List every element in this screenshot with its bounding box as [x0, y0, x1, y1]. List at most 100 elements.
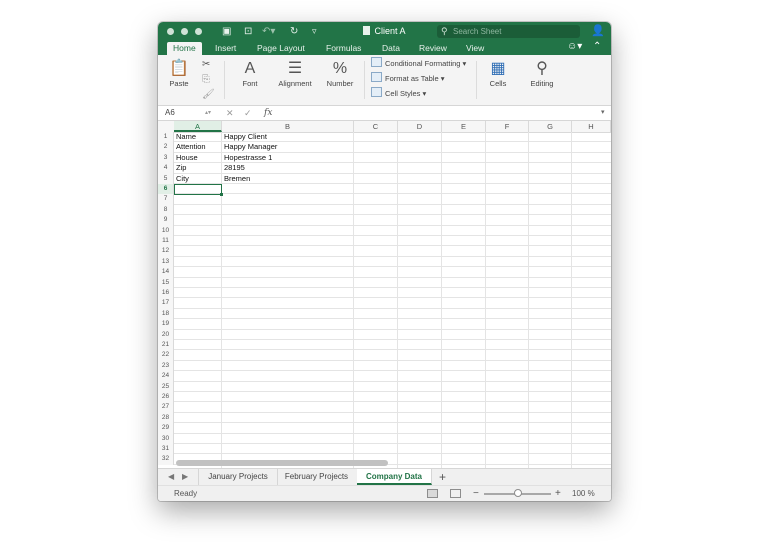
row-grid-line: [174, 453, 611, 455]
tab-review[interactable]: Review: [419, 42, 447, 54]
column-header[interactable]: B: [222, 121, 354, 132]
cells-button[interactable]: ▦ Cells: [482, 59, 514, 89]
conditional-formatting-label: Conditional Formatting: [385, 59, 461, 68]
row-header[interactable]: 20: [158, 329, 174, 340]
row-header[interactable]: 19: [158, 319, 174, 330]
cell-a2[interactable]: Attention: [176, 142, 206, 152]
cell-styles-button[interactable]: Cell Styles ▾: [371, 87, 426, 100]
row-header[interactable]: 21: [158, 340, 174, 351]
row-header[interactable]: 6: [158, 184, 174, 195]
row-header[interactable]: 11: [158, 236, 174, 247]
row-header[interactable]: 25: [158, 381, 174, 392]
zoom-in-icon[interactable]: +: [555, 486, 561, 501]
row-header[interactable]: 18: [158, 308, 174, 320]
row-header[interactable]: 7: [158, 194, 174, 205]
horizontal-scrollbar[interactable]: [176, 460, 388, 466]
page-layout-view-icon[interactable]: [450, 489, 461, 498]
share-user-icon[interactable]: 👤: [591, 24, 605, 37]
cell-b1[interactable]: Happy Client: [224, 132, 267, 142]
copy-icon[interactable]: ⎘: [202, 72, 210, 87]
fill-handle[interactable]: [220, 193, 223, 196]
column-header[interactable]: E: [442, 121, 486, 132]
row-header[interactable]: 14: [158, 267, 174, 278]
row-grid-line: [174, 307, 611, 309]
cell-b5[interactable]: Bremen: [224, 174, 250, 184]
row-header[interactable]: 26: [158, 392, 174, 403]
row-header[interactable]: 13: [158, 256, 174, 268]
row-header[interactable]: 28: [158, 412, 174, 424]
enter-icon[interactable]: ✓: [244, 106, 252, 120]
row-header[interactable]: 32: [158, 454, 174, 465]
row-header[interactable]: 16: [158, 288, 174, 299]
column-header[interactable]: G: [529, 121, 572, 132]
tab-view[interactable]: View: [466, 42, 484, 54]
smiley-feedback-icon[interactable]: ☺▾: [567, 41, 582, 52]
name-box[interactable]: A6: [165, 107, 175, 119]
format-painter-icon[interactable]: 🖌: [202, 87, 215, 102]
column-header[interactable]: H: [572, 121, 611, 132]
column-header[interactable]: F: [486, 121, 529, 132]
row-grid-line: [174, 328, 611, 330]
tab-insert[interactable]: Insert: [215, 42, 236, 54]
format-as-table-button[interactable]: Format as Table ▾: [371, 72, 445, 85]
row-header[interactable]: 3: [158, 152, 174, 164]
tab-formulas[interactable]: Formulas: [326, 42, 361, 54]
row-header[interactable]: 12: [158, 246, 174, 257]
zoom-slider-knob[interactable]: [513, 489, 522, 497]
row-header[interactable]: 9: [158, 215, 174, 226]
row-header[interactable]: 31: [158, 444, 174, 455]
collapse-ribbon-icon[interactable]: ⌃: [593, 41, 601, 52]
row-header[interactable]: 22: [158, 350, 174, 361]
row-header[interactable]: 30: [158, 433, 174, 444]
font-button[interactable]: A Font: [232, 59, 268, 89]
tab-page-layout[interactable]: Page Layout: [257, 42, 305, 54]
cell-a4[interactable]: Zip: [176, 163, 186, 173]
sheet-tab-january-projects[interactable]: January Projects: [198, 469, 278, 485]
column-header[interactable]: C: [354, 121, 398, 132]
previous-sheet-icon[interactable]: ◀: [168, 471, 174, 483]
row-header[interactable]: 15: [158, 277, 174, 288]
row-header[interactable]: 23: [158, 360, 174, 372]
row-header[interactable]: 5: [158, 173, 174, 184]
cell-a1[interactable]: Name: [176, 132, 196, 142]
next-sheet-icon[interactable]: ▶: [182, 471, 188, 483]
paste-button[interactable]: 📋 Paste: [165, 59, 193, 89]
cell-b4[interactable]: 28195: [224, 163, 245, 173]
sheet-tab-company-data[interactable]: Company Data: [357, 469, 432, 485]
selected-cell-a6[interactable]: [174, 184, 222, 195]
cell-a5[interactable]: City: [176, 174, 189, 184]
row-header[interactable]: 8: [158, 204, 174, 216]
worksheet-grid[interactable]: A B C D E F G H 1 2 3 4 5 6 7 8 9 10 11 12 13 14 15 16 1…: [158, 121, 611, 468]
editing-button[interactable]: ⚲ Editing: [524, 59, 560, 89]
row-header[interactable]: 4: [158, 163, 174, 174]
normal-view-icon[interactable]: [427, 489, 438, 498]
cancel-icon[interactable]: ✕: [226, 106, 234, 120]
row-header[interactable]: 24: [158, 371, 174, 382]
name-box-stepper-icon[interactable]: ▴▾: [205, 106, 211, 120]
row-header[interactable]: 29: [158, 423, 174, 434]
row-header[interactable]: 27: [158, 402, 174, 413]
row-header[interactable]: 10: [158, 225, 174, 236]
conditional-formatting-button[interactable]: Conditional Formatting ▾: [371, 57, 466, 70]
cut-icon[interactable]: ✂: [202, 57, 210, 72]
select-all-corner[interactable]: [158, 121, 175, 132]
cell-b3[interactable]: Hopestrasse 1: [224, 153, 272, 163]
column-header[interactable]: A: [174, 121, 222, 132]
formula-bar-expand-icon[interactable]: ▾: [601, 107, 605, 119]
insert-function-button[interactable]: fx: [264, 106, 272, 120]
zoom-out-icon[interactable]: −: [473, 486, 479, 501]
number-button[interactable]: % Number: [322, 59, 358, 89]
row-header[interactable]: 17: [158, 298, 174, 309]
sheet-tab-february-projects[interactable]: February Projects: [276, 469, 358, 485]
row-header[interactable]: 1: [158, 132, 174, 143]
search-sheet-input[interactable]: ⚲ Search Sheet: [437, 25, 580, 38]
add-sheet-button[interactable]: +: [439, 469, 446, 485]
column-header[interactable]: D: [398, 121, 442, 132]
row-header[interactable]: 2: [158, 142, 174, 153]
tab-data[interactable]: Data: [382, 42, 400, 54]
tab-home[interactable]: Home: [167, 42, 202, 55]
alignment-button[interactable]: ☰ Alignment: [274, 59, 316, 89]
status-text: Ready: [174, 489, 198, 498]
cell-b2[interactable]: Happy Manager: [224, 142, 277, 152]
cell-a3[interactable]: House: [176, 153, 198, 163]
